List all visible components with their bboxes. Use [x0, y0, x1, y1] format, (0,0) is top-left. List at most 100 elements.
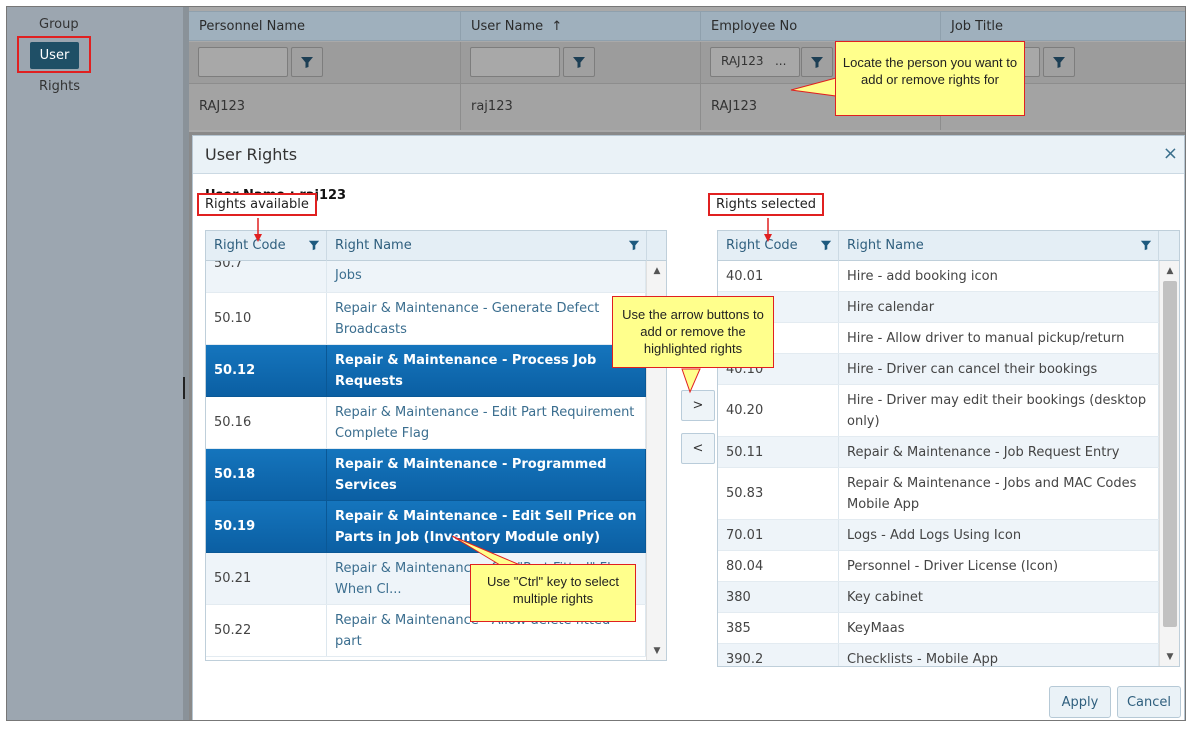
scroll-down-icon[interactable]: ▼ — [647, 643, 666, 659]
right-name-cell: Repair & Maintenance - Edit Sell Price o… — [327, 501, 646, 552]
nav-item-rights[interactable]: Rights — [39, 79, 80, 94]
right-code-cell: 70.01 — [718, 520, 839, 550]
right-code-cell: 50.18 — [206, 449, 327, 500]
splitter-handle[interactable] — [183, 377, 186, 399]
scroll-up-icon[interactable]: ▲ — [1160, 263, 1179, 279]
col-job-title[interactable]: Job Title — [941, 12, 1185, 40]
personnel-grid-header: Personnel Name User Name ↑ Employee No J… — [189, 11, 1185, 41]
col-personnel-name[interactable]: Personnel Name — [189, 12, 461, 40]
right-code-cell: 50.10 — [206, 293, 327, 344]
user-rights-dialog: User Rights × User Name : raj123 Right C… — [192, 135, 1185, 720]
right-name-cell: Logs - Add Logs Using Icon — [839, 520, 1159, 550]
col-user-name[interactable]: User Name ↑ — [461, 12, 701, 40]
filter-icon[interactable] — [1043, 47, 1075, 77]
rights-available-row[interactable]: 50.7 Jobs — [206, 261, 646, 293]
right-code-cell: 40.01 — [718, 261, 839, 291]
sort-asc-icon: ↑ — [551, 19, 563, 34]
rights-selected-row[interactable]: 40.01 Hire - add booking icon — [718, 261, 1159, 292]
filter-icon[interactable] — [1140, 239, 1152, 255]
rights-selected-row[interactable]: 80.04 Personnel - Driver License (Icon) — [718, 551, 1159, 582]
rights-selected-row[interactable]: 40.03Hire - Allow driver to manual picku… — [718, 323, 1159, 354]
right-name-cell: Hire - Allow driver to manual pickup/ret… — [839, 323, 1159, 353]
left-nav: Group User Rights — [7, 7, 183, 720]
apply-button[interactable]: Apply — [1049, 686, 1111, 718]
right-name-cell: Repair & Maintenance - Job Request Entry — [839, 437, 1159, 467]
col-right-name[interactable]: Right Name — [839, 231, 1159, 261]
right-name-cell: Repair & Maintenance - Jobs and MAC Code… — [839, 468, 1159, 519]
right-code-cell: 390.2 — [718, 644, 839, 666]
col-right-code[interactable]: Right Code — [206, 231, 327, 261]
rights-selected-row[interactable]: 390.2 Checklists - Mobile App — [718, 644, 1159, 666]
filter-icon[interactable] — [308, 239, 320, 255]
callout-ctrl: Use "Ctrl" key to select multiple rights — [470, 564, 636, 622]
rights-available-row[interactable]: 50.19 Repair & Maintenance - Edit Sell Pr… — [206, 501, 646, 553]
right-name-cell: Checklists - Mobile App — [839, 644, 1159, 666]
dialog-header: User Rights × — [193, 136, 1184, 174]
rights-available-row[interactable]: 50.18 Repair & Maintenance - Programmed S… — [206, 449, 646, 501]
user-highlight-frame — [17, 36, 91, 73]
right-name-cell: Hire - Driver may edit their bookings (d… — [839, 385, 1159, 436]
col-right-code[interactable]: Right Code — [718, 231, 839, 261]
employee-no-filter-input[interactable]: RAJ123 ... — [710, 47, 800, 77]
rights-selected-row[interactable]: 380 Key cabinet — [718, 582, 1159, 613]
right-code-cell: 380 — [718, 582, 839, 612]
rights-selected-row[interactable]: 50.83 Repair & Maintenance - Jobs and MAC… — [718, 468, 1159, 520]
rights-selected-row[interactable]: 50.11 Repair & Maintenance - Job Request … — [718, 437, 1159, 468]
rights-selected-body: 40.01Hire - add booking icon40.02Hire ca… — [718, 261, 1159, 666]
personnel-name-filter-input[interactable] — [198, 47, 288, 77]
right-name-cell: Hire calendar — [839, 292, 1159, 322]
right-code-cell: 50.16 — [206, 397, 327, 448]
rights-available-row[interactable]: 50.12 Repair & Maintenance - Process Job … — [206, 345, 646, 397]
rights-available-row[interactable]: 50.16 Repair & Maintenance - Edit Part Re… — [206, 397, 646, 449]
filter-icon[interactable] — [801, 47, 833, 77]
rights-selected-row[interactable]: 40.20 Hire - Driver may edit their bookin… — [718, 385, 1159, 437]
right-code-cell: 80.04 — [718, 551, 839, 581]
user-name-filter-input[interactable] — [470, 47, 560, 77]
rights-available-label: Rights available — [197, 193, 317, 216]
right-name-cell: KeyMaas — [839, 613, 1159, 643]
rights-selected-row[interactable]: 70.01 Logs - Add Logs Using Icon — [718, 520, 1159, 551]
personnel-grid: Personnel Name User Name ↑ Employee No J… — [189, 7, 1185, 132]
right-name-cell: Repair & Maintenance - Programmed Servic… — [327, 449, 646, 500]
right-name-cell: Key cabinet — [839, 582, 1159, 612]
rights-selected-header: Right Code Right Name — [718, 231, 1179, 261]
rights-selected-row[interactable]: 385 KeyMaas — [718, 613, 1159, 644]
scroll-up-icon[interactable]: ▲ — [647, 263, 666, 279]
right-name-cell: Hire - add booking icon — [839, 261, 1159, 291]
cancel-button[interactable]: Cancel — [1117, 686, 1181, 718]
right-code-cell: 50.21 — [206, 553, 327, 604]
right-name-cell: Personnel - Driver License (Icon) — [839, 551, 1159, 581]
callout-locate: Locate the person you want to add or rem… — [835, 41, 1025, 116]
rights-selected-label: Rights selected — [708, 193, 825, 216]
nav-item-group[interactable]: Group — [39, 17, 79, 32]
selected-scrollbar[interactable]: ▲ ▼ — [1159, 261, 1179, 666]
rights-selected-row[interactable]: 40.02Hire calendar — [718, 292, 1159, 323]
right-name-cell: Jobs — [327, 261, 646, 292]
rights-available-row[interactable]: 50.10 Repair & Maintenance - Generate Def… — [206, 293, 646, 345]
scroll-thumb[interactable] — [1163, 281, 1177, 627]
scroll-down-icon[interactable]: ▼ — [1160, 649, 1179, 665]
rights-available-header: Right Code Right Name — [206, 231, 666, 261]
right-code-cell: 40.20 — [718, 385, 839, 436]
add-rights-button[interactable]: > — [681, 390, 715, 421]
right-code-cell: 50.19 — [206, 501, 327, 552]
right-code-cell: 50.22 — [206, 605, 327, 656]
personnel-row[interactable]: RAJ123 raj123 RAJ123 — [189, 84, 1185, 130]
filter-icon[interactable] — [291, 47, 323, 77]
rights-selected-row[interactable]: 40.10 Hire - Driver can cancel their book… — [718, 354, 1159, 385]
rights-selected-grid: Right Code Right Name 40.01 Hire - add bo… — [717, 230, 1180, 667]
close-icon[interactable]: × — [1163, 143, 1178, 164]
personnel-filter-row: RAJ123 ... — [189, 42, 1185, 84]
col-right-name[interactable]: Right Name — [327, 231, 647, 261]
right-code-cell: 385 — [718, 613, 839, 643]
right-name-cell: Repair & Maintenance - Generate Defect B… — [327, 293, 646, 344]
filter-icon[interactable] — [563, 47, 595, 77]
right-name-cell: Repair & Maintenance - Edit Part Require… — [327, 397, 646, 448]
filter-icon[interactable] — [820, 239, 832, 255]
dialog-title: User Rights — [205, 145, 298, 164]
filter-icon[interactable] — [628, 239, 640, 255]
right-code-cell: 50.83 — [718, 468, 839, 519]
remove-rights-button[interactable]: < — [681, 433, 715, 464]
right-name-cell: Hire - Driver can cancel their bookings — [839, 354, 1159, 384]
col-employee-no[interactable]: Employee No — [701, 12, 941, 40]
